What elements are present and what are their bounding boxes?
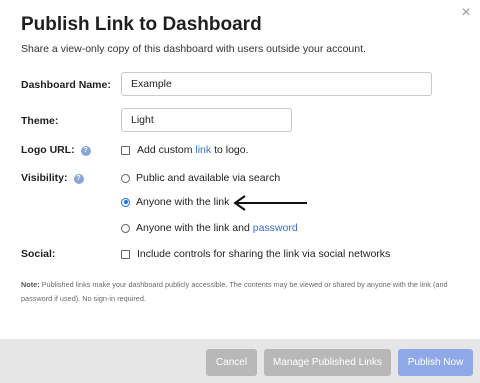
logo-url-label-text: Logo URL:	[21, 144, 75, 156]
dialog-subtitle: Share a view-only copy of this dashboard…	[21, 43, 366, 55]
logo-url-label: Logo URL:?	[21, 144, 91, 156]
visibility-option-label: Anyone with the link	[136, 196, 230, 208]
password-link[interactable]: password	[253, 222, 298, 234]
radio-link-and-password[interactable]	[121, 223, 130, 233]
logo-url-text-before: Add custom	[137, 144, 193, 156]
dashboard-name-label: Dashboard Name:	[21, 79, 111, 91]
social-option[interactable]: Include controls for sharing the link vi…	[121, 248, 390, 260]
theme-label: Theme:	[21, 115, 59, 127]
cancel-button[interactable]: Cancel	[206, 349, 257, 376]
manage-published-links-button[interactable]: Manage Published Links	[264, 349, 391, 376]
help-icon[interactable]: ?	[80, 146, 91, 156]
radio-public[interactable]	[121, 173, 130, 183]
arrow-left-icon	[233, 195, 307, 211]
dialog-title: Publish Link to Dashboard	[21, 14, 262, 35]
publish-now-button[interactable]: Publish Now	[398, 349, 473, 376]
visibility-option-public[interactable]: Public and available via search	[121, 172, 280, 184]
logo-url-text-after: to logo.	[214, 144, 249, 156]
help-icon[interactable]: ?	[73, 174, 84, 184]
logo-url-option[interactable]: Add custom link to logo.	[121, 144, 249, 156]
social-option-label: Include controls for sharing the link vi…	[137, 248, 391, 260]
note-text: Published links make your dashboard publ…	[21, 280, 448, 303]
note-prefix: Note:	[21, 280, 40, 289]
visibility-option-label: Public and available via search	[136, 172, 281, 184]
logo-url-checkbox[interactable]	[121, 145, 130, 155]
custom-link-link[interactable]: link	[195, 144, 211, 156]
theme-select[interactable]: Light	[121, 108, 292, 132]
radio-anyone-with-link[interactable]	[121, 197, 130, 207]
visibility-option-link-password[interactable]: Anyone with the link and password	[121, 222, 298, 234]
visibility-option-link[interactable]: Anyone with the link	[121, 196, 229, 208]
visibility-label-text: Visibility:	[21, 172, 68, 184]
dashboard-name-input[interactable]: Example	[121, 72, 432, 96]
close-icon[interactable]: ×	[459, 5, 473, 21]
publish-note: Note: Published links make your dashboar…	[21, 278, 461, 306]
visibility-label: Visibility:?	[21, 172, 84, 184]
visibility-option-label: Anyone with the link and	[136, 222, 250, 234]
social-checkbox[interactable]	[121, 249, 130, 259]
social-label: Social:	[21, 248, 56, 260]
publish-link-dialog: × Publish Link to Dashboard Share a view…	[0, 0, 480, 383]
